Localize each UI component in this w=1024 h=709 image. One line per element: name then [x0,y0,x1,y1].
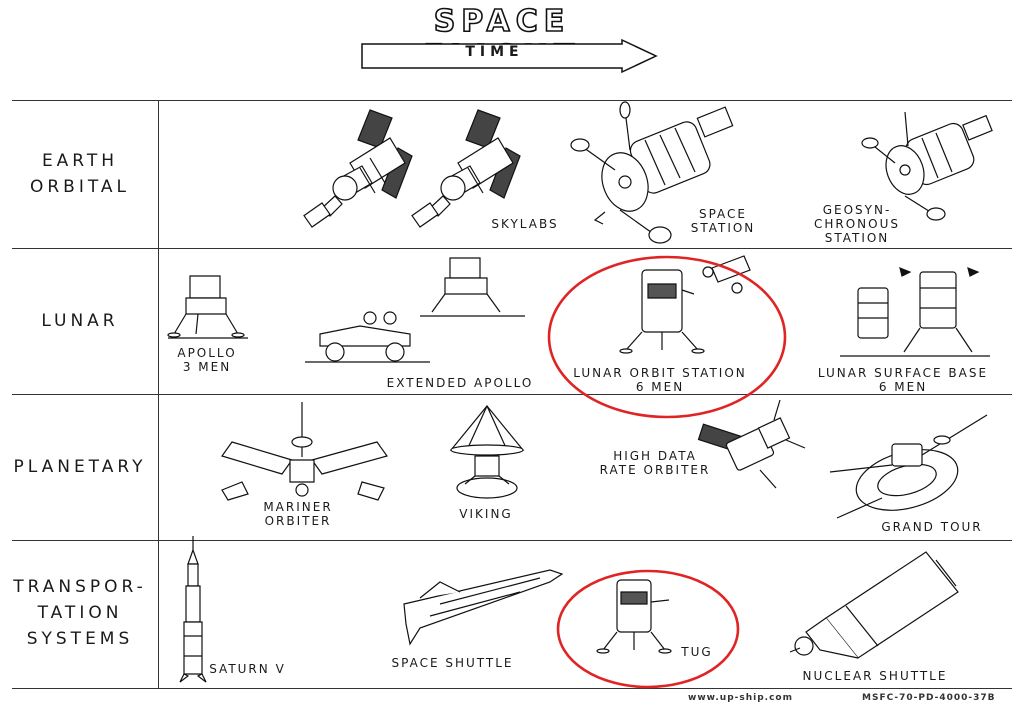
row-divider-2 [12,394,1012,395]
row-label-transportation: TRANSPOR- TATION SYSTEMS [13,577,147,649]
label-column-divider [158,100,159,688]
row-label-planetary: PLANETARY [13,457,147,477]
time-arrow-label: TIME [465,44,524,60]
apollo-lunar-module-illustration [168,268,248,343]
caption-space-station: SPACE STATION [690,207,756,235]
extended-apollo-illustration [300,254,530,374]
row-divider-1 [12,248,1012,249]
caption-grand-tour: GRAND TOUR [881,520,983,534]
caption-nuclear-shuttle: NUCLEAR SHUTTLE [802,669,948,683]
row-label-earth-orbital: EARTH ORBITAL [29,151,131,197]
footer-website: www.up-ship.com [688,693,793,703]
caption-skylabs: SKYLABS [491,217,559,231]
caption-space-shuttle: SPACE SHUTTLE [391,656,514,670]
row-divider-bottom [12,688,1012,689]
highlight-circle-lunar-orbit-station [545,252,789,422]
skylab-illustration-1 [300,108,420,238]
caption-extended-apollo: EXTENDED APOLLO [386,376,534,390]
mariner-orbiter-illustration [212,402,397,502]
nuclear-shuttle-illustration [786,548,966,668]
footer-document-code: MSFC-70-PD-4000-37B [862,693,996,703]
caption-saturn-v: SATURN V [209,662,286,676]
high-data-rate-orbiter-illustration [700,400,810,492]
caption-high-data-rate-orbiter: HIGH DATA RATE ORBITER [599,449,711,477]
caption-geosynchronous-station: GEOSYN- CHRONOUS STATION [813,203,900,245]
caption-lunar-surface-base: LUNAR SURFACE BASE 6 MEN [817,366,989,394]
row-divider-top [12,100,1012,101]
space-shuttle-illustration [400,564,565,648]
grand-tour-illustration [822,410,992,525]
viking-illustration [447,404,527,502]
row-divider-3 [12,540,1012,541]
lunar-surface-base-illustration [840,258,990,368]
row-label-lunar: LUNAR [41,311,119,331]
caption-apollo: APOLLO 3 MEN [177,346,237,374]
saturn-v-illustration [178,536,208,682]
caption-mariner-orbiter: MARINER ORBITER [263,500,333,528]
caption-viking: VIKING [459,507,513,521]
highlight-circle-tug [553,566,743,692]
